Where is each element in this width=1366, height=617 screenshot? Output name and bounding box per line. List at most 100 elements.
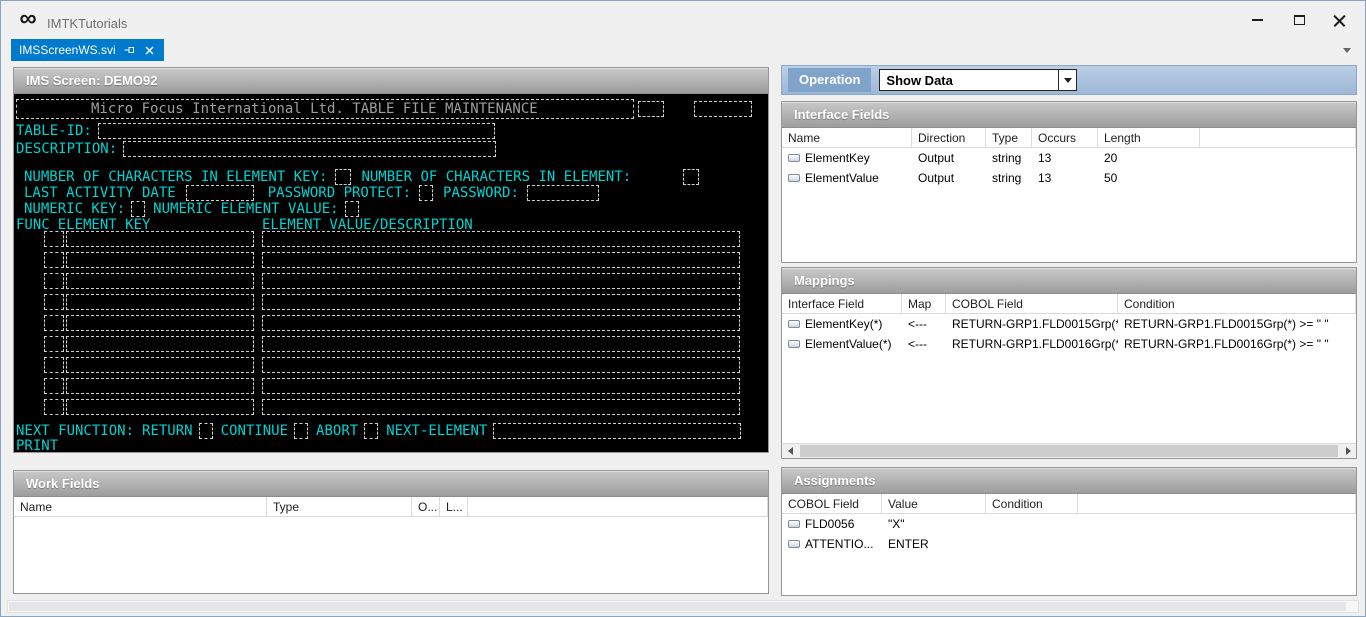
table-row[interactable]: ElementValue(*) <--- RETURN-GRP1.FLD0016…: [782, 334, 1356, 354]
column-header-occurs[interactable]: Occurs: [1032, 128, 1098, 147]
cell-condition: [986, 514, 1078, 534]
work-fields-title: Work Fields: [26, 476, 99, 491]
window-hscrollbar[interactable]: [7, 600, 1359, 613]
chars-in-element-field[interactable]: [683, 169, 699, 185]
table-row[interactable]: ElementKey(*) <--- RETURN-GRP1.FLD0015Gr…: [782, 314, 1356, 334]
assignments-columns: COBOL Field Value Condition: [782, 494, 1356, 514]
func-field[interactable]: [44, 336, 64, 352]
column-header-length[interactable]: L...: [440, 497, 468, 516]
entry-row: [16, 335, 768, 356]
column-header-interface-field[interactable]: Interface Field: [782, 294, 902, 313]
field-icon: [788, 540, 800, 548]
element-key-field[interactable]: [66, 357, 254, 373]
column-header-name[interactable]: Name: [14, 497, 267, 516]
assignments-section: Assignments COBOL Field Value Condition …: [781, 467, 1357, 596]
work-fields-columns: Name Type O... L...: [14, 497, 768, 517]
element-key-field[interactable]: [66, 336, 254, 352]
element-key-field[interactable]: [66, 399, 254, 415]
numeric-element-value-field[interactable]: [345, 201, 359, 217]
column-header-direction[interactable]: Direction: [912, 128, 986, 147]
password-label: PASSWORD:: [443, 185, 519, 201]
scrollbar-track[interactable]: [798, 444, 1340, 458]
pin-icon[interactable]: [124, 44, 136, 56]
maximize-button[interactable]: [1283, 8, 1315, 32]
scroll-left-icon[interactable]: [782, 444, 798, 458]
func-field[interactable]: [44, 378, 64, 394]
element-key-field[interactable]: [66, 294, 254, 310]
column-header-occurs[interactable]: O...: [412, 497, 440, 516]
cell-name: ElementKey: [805, 151, 870, 165]
column-header-name[interactable]: Name: [782, 128, 912, 147]
element-key-field[interactable]: [66, 273, 254, 289]
description-field[interactable]: [123, 141, 496, 157]
func-field[interactable]: [44, 231, 64, 247]
ims-terminal-canvas[interactable]: Micro Focus International Ltd. TABLE FIL…: [14, 94, 768, 452]
element-value-field[interactable]: [262, 399, 740, 415]
column-header-cobol-field[interactable]: COBOL Field: [946, 294, 1118, 313]
element-value-field[interactable]: [262, 231, 740, 247]
mappings-hscrollbar[interactable]: [782, 443, 1356, 458]
cell-map: <---: [902, 314, 946, 334]
column-header-map[interactable]: Map: [902, 294, 946, 313]
func-field[interactable]: [44, 315, 64, 331]
table-id-field[interactable]: [98, 123, 495, 139]
scrollbar-thumb[interactable]: [9, 602, 1346, 611]
column-header-cobol-field[interactable]: COBOL Field: [782, 494, 882, 513]
document-tab[interactable]: IMSScreenWS.svi: [11, 39, 164, 61]
entry-row: [16, 293, 768, 314]
element-key-field[interactable]: [66, 252, 254, 268]
tab-close-icon[interactable]: [144, 44, 156, 56]
last-activity-field[interactable]: [186, 185, 254, 201]
password-field[interactable]: [527, 185, 599, 201]
work-fields-body[interactable]: [14, 517, 768, 593]
entry-row: [16, 314, 768, 335]
numeric-key-label: NUMERIC KEY:: [24, 201, 125, 217]
close-button[interactable]: [1323, 8, 1355, 32]
password-protect-field[interactable]: [419, 185, 433, 201]
minimize-button[interactable]: [1241, 8, 1273, 32]
tab-list-dropdown-icon[interactable]: [1343, 48, 1351, 53]
table-row[interactable]: ElementValue Output string 13 50: [782, 168, 1356, 188]
table-row[interactable]: ATTENTIO... ENTER: [782, 534, 1356, 554]
screen-field[interactable]: [638, 101, 664, 117]
scroll-right-icon[interactable]: [1340, 444, 1356, 458]
column-header-length[interactable]: Length: [1098, 128, 1200, 147]
table-row[interactable]: FLD0056 "X": [782, 514, 1356, 534]
element-value-field[interactable]: [262, 336, 740, 352]
ims-screen-header: IMS Screen: DEMO92: [14, 68, 768, 94]
element-key-field[interactable]: [66, 378, 254, 394]
cell-cobol-field: RETURN-GRP1.FLD0016Grp(*): [946, 334, 1118, 354]
chevron-down-icon[interactable]: [1058, 70, 1076, 90]
element-value-field[interactable]: [262, 315, 740, 331]
password-protect-label: PASSWORD PROTECT:: [268, 185, 411, 201]
cell-length: 50: [1098, 168, 1200, 188]
column-header-condition[interactable]: Condition: [986, 494, 1078, 513]
column-header-condition[interactable]: Condition: [1118, 294, 1356, 313]
func-field[interactable]: [44, 294, 64, 310]
table-row[interactable]: ElementKey Output string 13 20: [782, 148, 1356, 168]
cell-value: "X": [882, 514, 986, 534]
numeric-key-field[interactable]: [131, 201, 145, 217]
work-fields-header: Work Fields: [14, 471, 768, 497]
element-key-field[interactable]: [66, 315, 254, 331]
element-key-field[interactable]: [66, 231, 254, 247]
func-field[interactable]: [44, 273, 64, 289]
scrollbar-thumb[interactable]: [800, 445, 1338, 457]
screen-field[interactable]: [694, 101, 752, 117]
element-value-field[interactable]: [262, 273, 740, 289]
cell-value: ENTER: [882, 534, 986, 554]
column-header-type[interactable]: Type: [986, 128, 1032, 147]
element-value-field[interactable]: [262, 378, 740, 394]
func-field[interactable]: [44, 252, 64, 268]
element-value-field[interactable]: [262, 357, 740, 373]
screen-title-field[interactable]: Micro Focus International Ltd. TABLE FIL…: [16, 99, 634, 119]
operation-select[interactable]: Show Data: [879, 69, 1077, 91]
column-header-type[interactable]: Type: [267, 497, 412, 516]
column-header-value[interactable]: Value: [882, 494, 986, 513]
func-field[interactable]: [44, 399, 64, 415]
assignments-header: Assignments: [782, 468, 1356, 494]
func-field[interactable]: [44, 357, 64, 373]
chars-in-key-field[interactable]: [335, 169, 351, 185]
element-value-field[interactable]: [262, 252, 740, 268]
element-value-field[interactable]: [262, 294, 740, 310]
